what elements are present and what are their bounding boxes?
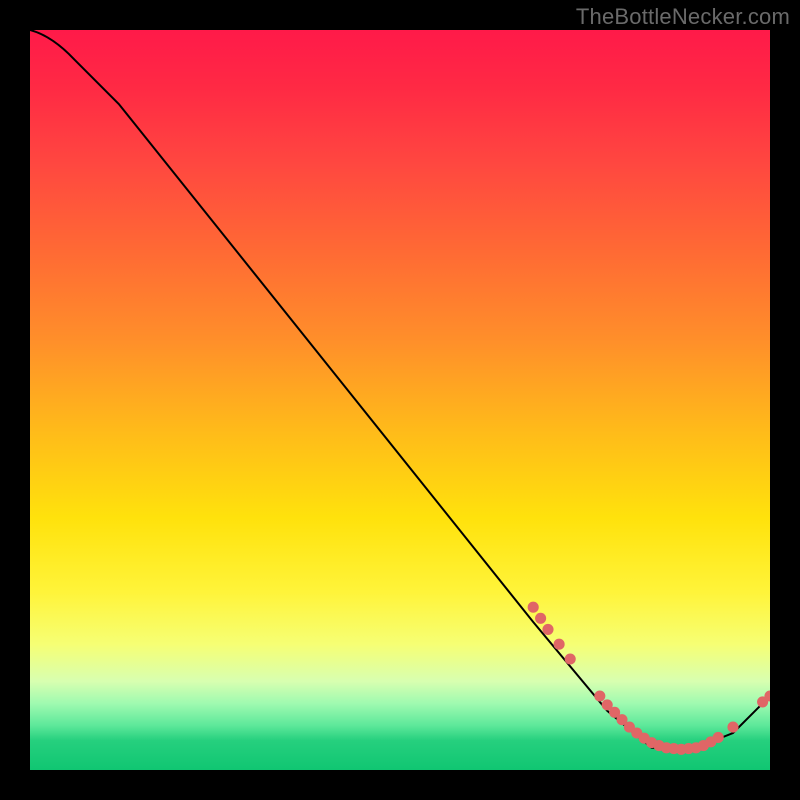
data-markers bbox=[528, 602, 770, 755]
watermark-text: TheBottleNecker.com bbox=[576, 4, 790, 30]
plot-area bbox=[30, 30, 770, 770]
data-marker bbox=[713, 732, 724, 743]
data-marker bbox=[528, 602, 539, 613]
data-marker bbox=[542, 624, 553, 635]
data-marker bbox=[594, 690, 605, 701]
data-marker bbox=[554, 639, 565, 650]
chart-container: TheBottleNecker.com bbox=[0, 0, 800, 800]
bottleneck-curve bbox=[30, 30, 770, 748]
data-marker bbox=[727, 722, 738, 733]
data-marker bbox=[565, 653, 576, 664]
curve-layer bbox=[30, 30, 770, 770]
data-marker bbox=[535, 613, 546, 624]
